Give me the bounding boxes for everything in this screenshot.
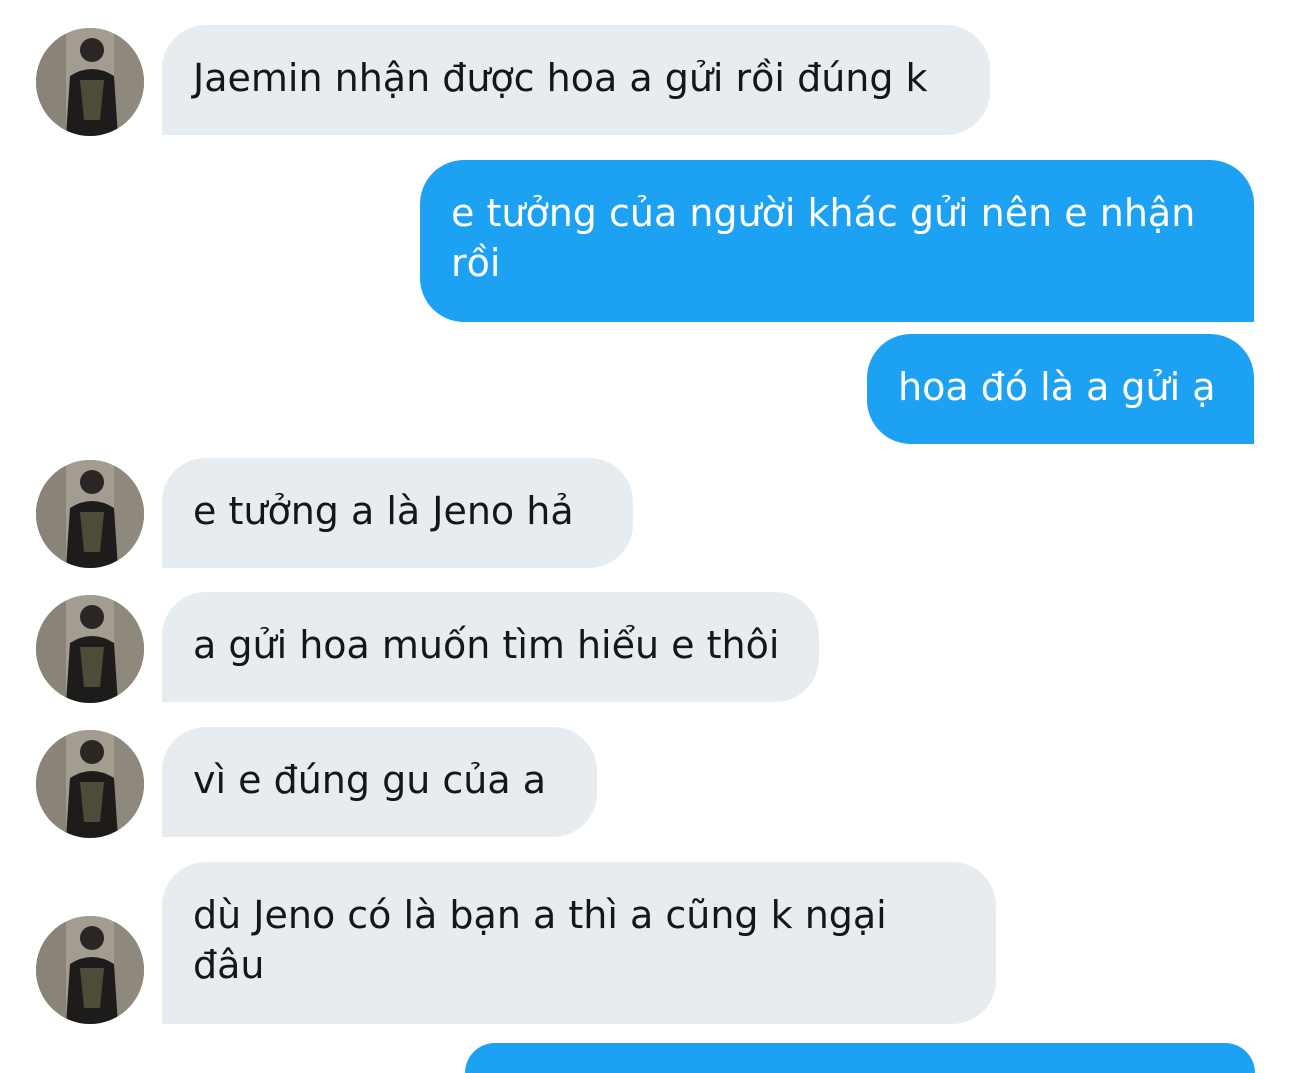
message-text: e tưởng a là Jeno hả: [193, 489, 574, 533]
avatar-photo-icon: [36, 916, 144, 1024]
message-bubble-incoming[interactable]: vì e đúng gu của a: [162, 727, 597, 837]
message-text: hoa đó là a gửi ạ: [898, 365, 1216, 409]
contact-avatar[interactable]: [36, 916, 144, 1024]
avatar-photo-icon: [36, 595, 144, 703]
contact-avatar[interactable]: [36, 595, 144, 703]
message-bubble-outgoing[interactable]: hoa đó là a gửi ạ: [867, 334, 1254, 444]
message-bubble-incoming[interactable]: Jaemin nhận được hoa a gửi rồi đúng k: [162, 25, 990, 135]
contact-avatar[interactable]: [36, 460, 144, 568]
message-bubble-incoming[interactable]: a gửi hoa muốn tìm hiểu e thôi: [162, 592, 819, 702]
message-bubble-incoming[interactable]: dù Jeno có là bạn a thì a cũng k ngại đâ…: [162, 862, 996, 1024]
message-text: e tưởng của người khác gửi nên e nhận rồ…: [451, 191, 1196, 285]
message-bubble-outgoing[interactable]: e tưởng của người khác gửi nên e nhận rồ…: [420, 160, 1254, 322]
message-bubble-incoming[interactable]: e tưởng a là Jeno hả: [162, 458, 633, 568]
message-text: dù Jeno có là bạn a thì a cũng k ngại đâ…: [193, 893, 887, 987]
message-text: vì e đúng gu của a: [193, 758, 546, 802]
avatar-photo-icon: [36, 730, 144, 838]
contact-avatar[interactable]: [36, 730, 144, 838]
message-text: a gửi hoa muốn tìm hiểu e thôi: [193, 623, 780, 667]
message-bubble-outgoing-partial[interactable]: [465, 1043, 1255, 1073]
avatar-photo-icon: [36, 460, 144, 568]
contact-avatar[interactable]: [36, 28, 144, 136]
message-text: Jaemin nhận được hoa a gửi rồi đúng k: [193, 56, 928, 100]
avatar-photo-icon: [36, 28, 144, 136]
